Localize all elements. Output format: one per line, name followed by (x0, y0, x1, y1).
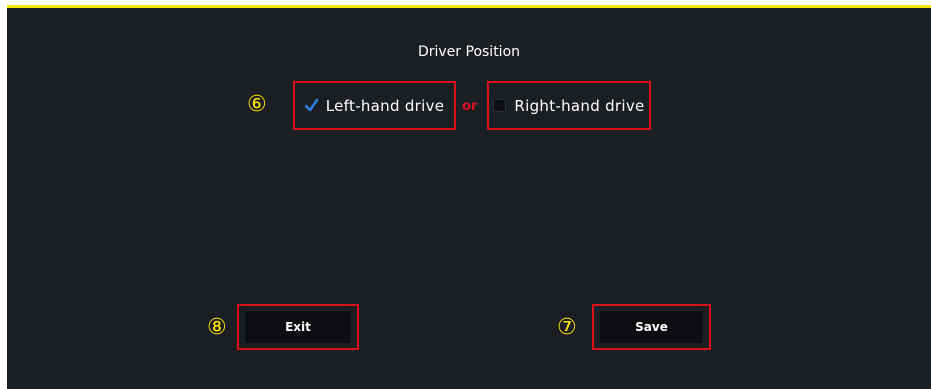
save-button[interactable]: Save (600, 311, 703, 343)
settings-screen: Driver Position (7, 5, 931, 389)
left-hand-drive-checkbox[interactable] (304, 98, 319, 112)
or-separator: or (462, 99, 478, 114)
right-hand-drive-checkbox[interactable] (493, 99, 507, 112)
left-hand-drive-label: Left-hand drive (325, 96, 445, 115)
callout-number-save: ⑦ (557, 315, 577, 340)
right-hand-drive-label: Right-hand drive (514, 96, 645, 115)
right-hand-drive-option[interactable]: Right-hand drive (487, 81, 651, 130)
exit-button[interactable]: Exit (245, 311, 351, 343)
callout-number-options: ⑥ (247, 92, 267, 117)
page-title: Driver Position (417, 44, 521, 60)
left-hand-drive-option[interactable]: Left-hand drive (293, 81, 456, 130)
callout-number-exit: ⑧ (207, 315, 227, 340)
checkmark-icon (304, 98, 319, 112)
